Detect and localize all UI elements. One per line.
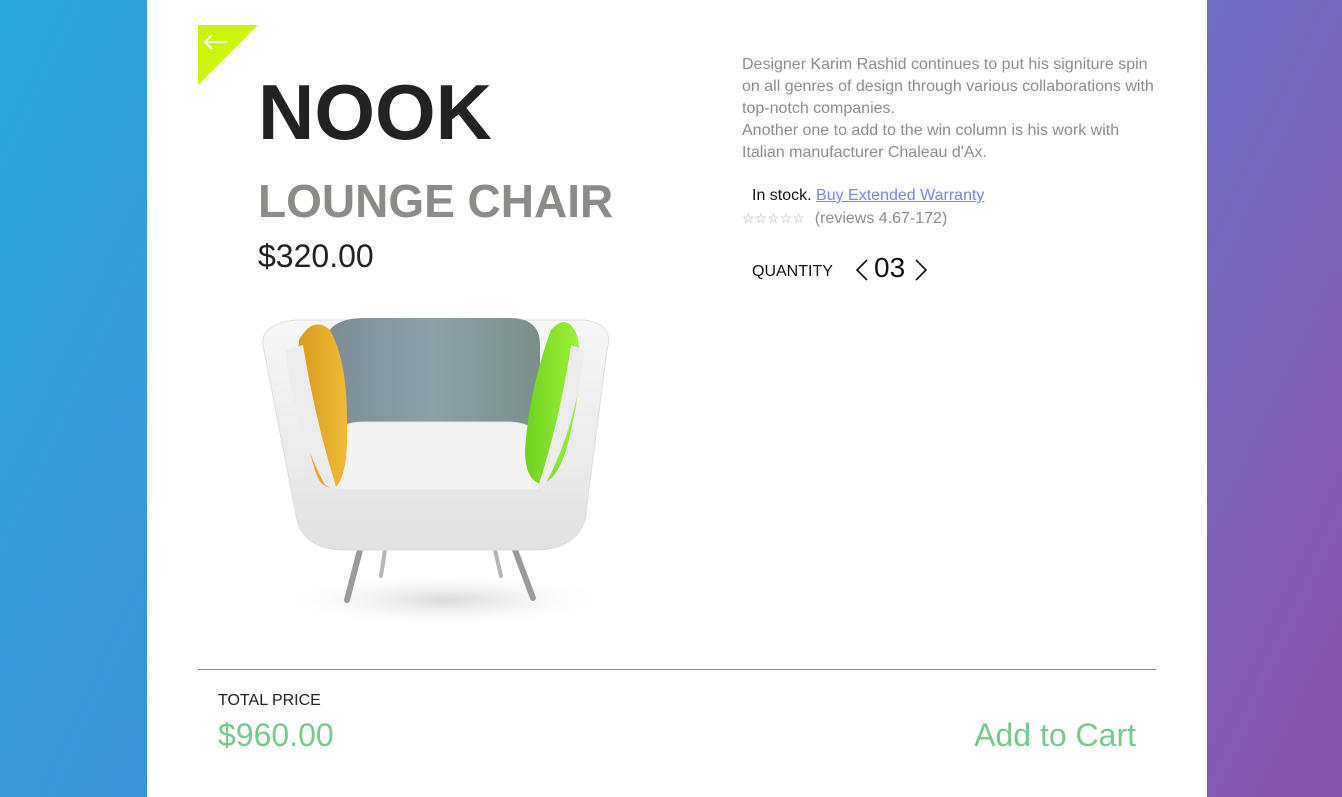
quantity-value: 03: [874, 252, 906, 283]
total-price-value: $960.00: [218, 717, 334, 753]
product-price: $320.00: [258, 238, 374, 274]
product-name: NOOK: [258, 68, 492, 156]
product-type: LOUNGE CHAIR: [258, 175, 614, 227]
add-to-cart-button[interactable]: Add to Cart: [974, 716, 1136, 754]
chevron-left-icon[interactable]: [853, 258, 871, 282]
availability: In stock. Buy Extended Warranty: [752, 185, 984, 207]
star-rating-icon[interactable]: ☆☆☆☆☆: [742, 210, 805, 226]
arrow-left-icon: [203, 34, 227, 50]
product-description: Designer Karim Rashid continues to put h…: [742, 54, 1162, 164]
rating: ☆☆☆☆☆ (reviews 4.67-172): [742, 207, 947, 230]
warranty-link[interactable]: Buy Extended Warranty: [816, 187, 984, 204]
lounge-chair-image: [262, 318, 615, 628]
stock-status: In stock.: [752, 187, 812, 204]
product-card: NOOK LOUNGE CHAIR $320.00 Designer Karim…: [147, 0, 1207, 797]
total-price-label: TOTAL PRICE: [218, 692, 321, 709]
divider: [198, 669, 1156, 670]
chevron-right-icon[interactable]: [912, 258, 930, 282]
back-button[interactable]: [198, 25, 258, 85]
description-paragraph: Another one to add to the win column is …: [742, 122, 1120, 161]
reviews-summary: (reviews 4.67-172): [814, 210, 948, 227]
description-paragraph: Designer Karim Rashid continues to put h…: [742, 56, 1154, 117]
quantity-label: QUANTITY: [752, 263, 833, 280]
